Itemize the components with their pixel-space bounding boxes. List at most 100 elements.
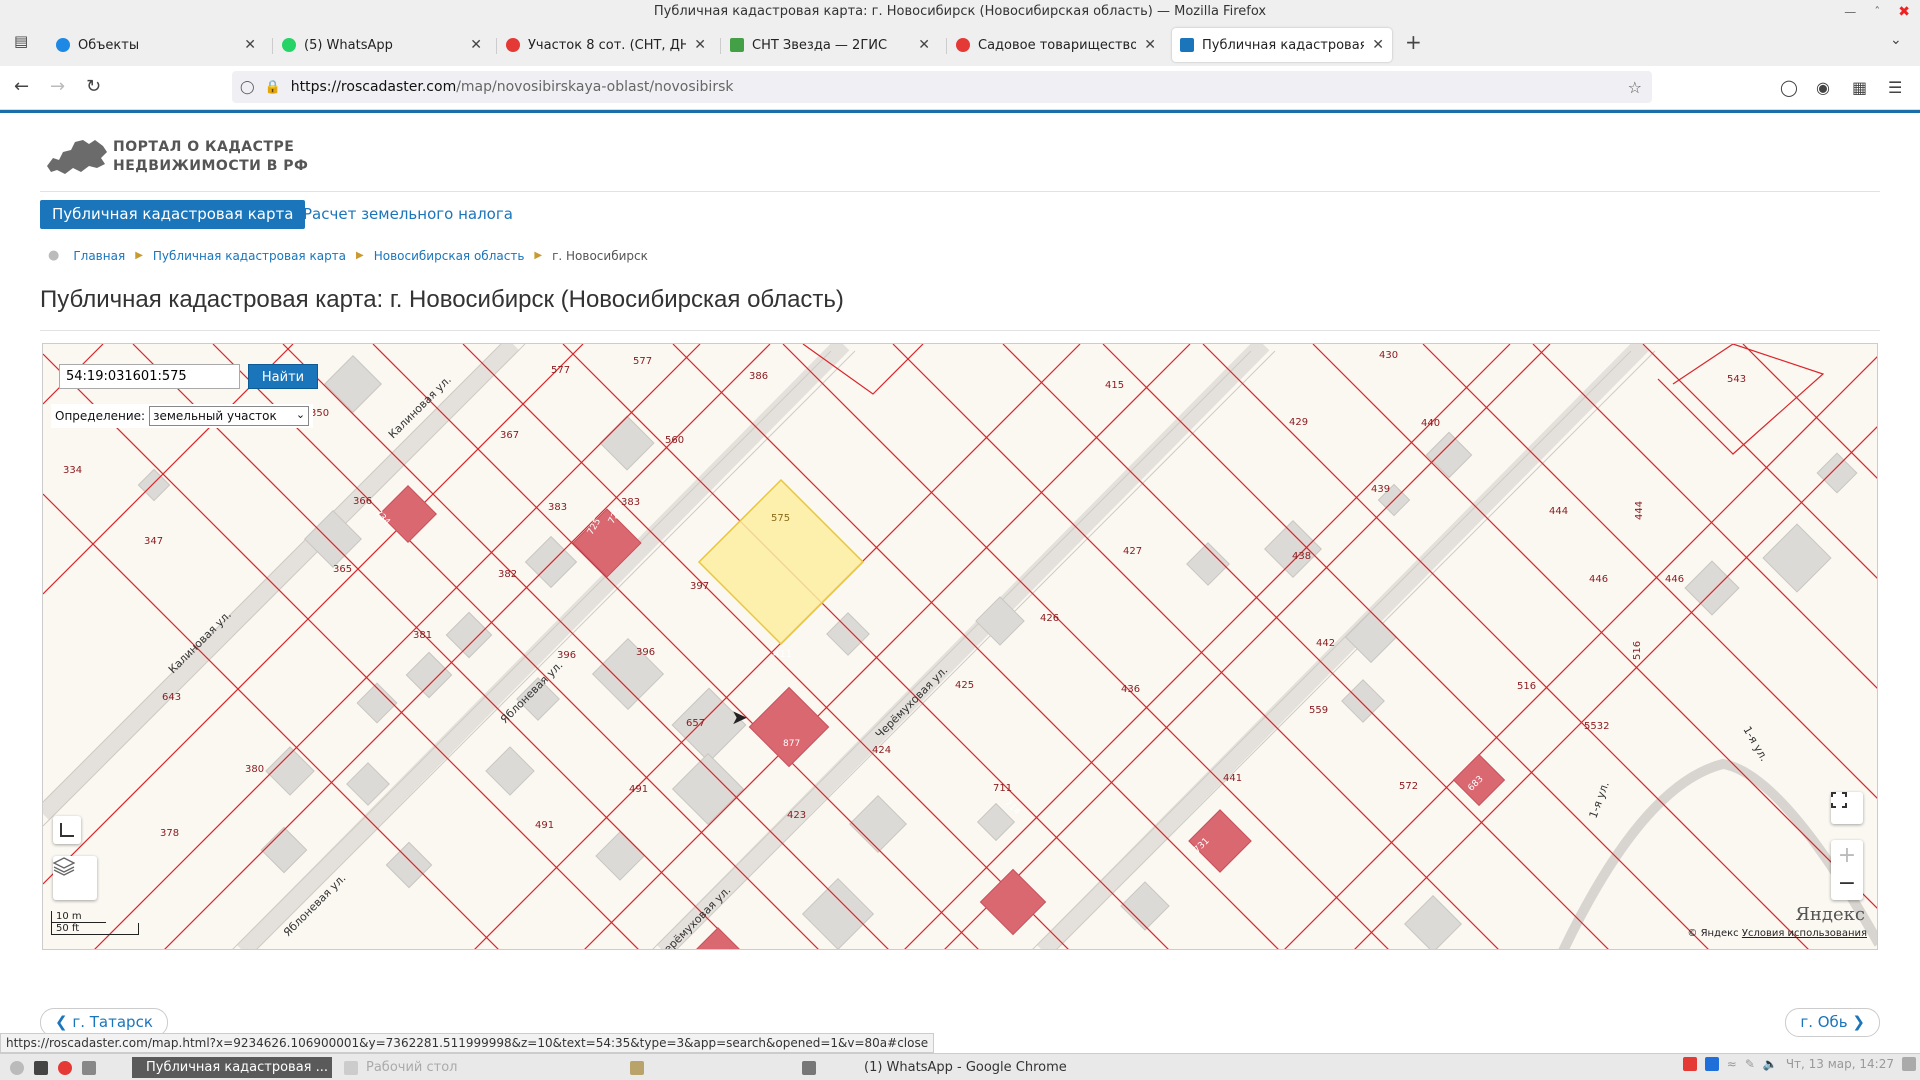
parcel-number: 423	[787, 810, 806, 821]
tab-parcel-ad[interactable]: Участок 8 сот. (СНТ, ДНП) в ✕	[498, 28, 714, 62]
next-city-button[interactable]: г. Обь ❯	[1785, 1008, 1880, 1037]
tab-overflow-icon[interactable]: ⌄	[1890, 32, 1902, 48]
yandex-logo[interactable]: Яндекс	[1795, 904, 1865, 925]
nav-land-tax[interactable]: Расчет земельного налога	[303, 200, 513, 229]
tab-close-icon[interactable]: ✕	[244, 37, 256, 53]
russia-map-logo-icon[interactable]	[45, 136, 109, 176]
breadcrumb-separator-icon: ▶	[356, 250, 364, 261]
shield-icon[interactable]: ◯	[240, 80, 255, 95]
navigation-toolbar: ← → ↻ ◯ 🔒 https://roscadaster.com/map/no…	[0, 66, 1920, 110]
pocket-icon[interactable]: ◯	[1780, 78, 1798, 97]
road-fourth	[1036, 344, 1650, 949]
tab-close-icon[interactable]: ✕	[1372, 37, 1384, 53]
parcel-number: 543	[1727, 374, 1746, 385]
anydesk-icon[interactable]	[1682, 1057, 1697, 1071]
zoom-out-icon[interactable]: −	[1838, 870, 1856, 898]
taskbar-chrome-whatsapp[interactable]: (1) WhatsApp - Google Chrome	[858, 1057, 1098, 1078]
map-copyright: © Яндекс Условия использования	[1687, 928, 1867, 939]
bookmark-star-icon[interactable]: ☆	[1628, 78, 1642, 97]
parcel-number: 516	[1632, 641, 1643, 660]
tab-close-icon[interactable]: ✕	[694, 37, 706, 53]
chevron-left-icon: ❮	[55, 1013, 73, 1031]
parcel-number: 491	[629, 784, 648, 795]
site-logo-text[interactable]: ПОРТАЛ О КАДАСТРЕ НЕДВИЖИМОСТИ В РФ	[113, 138, 308, 176]
tab-objects[interactable]: Объекты ✕	[48, 28, 264, 62]
tab-close-icon[interactable]: ✕	[1144, 37, 1156, 53]
ruler-icon[interactable]	[53, 816, 81, 844]
map-canvas[interactable]: 577 577 386 415 430 543 350 367 560 429 …	[43, 344, 1878, 950]
zoom-in-icon[interactable]: +	[1838, 842, 1856, 870]
reload-icon[interactable]: ↻	[86, 76, 101, 97]
street-label: 1-я ул.	[1740, 724, 1770, 764]
system-tray: ≈ ✎ 🔈 Чт, 13 мар, 14:27	[1682, 1057, 1916, 1071]
layers-icon[interactable]	[53, 856, 97, 900]
parcel-number: 438	[1292, 551, 1311, 562]
find-button[interactable]: Найти	[248, 364, 318, 389]
back-icon[interactable]: ←	[14, 76, 29, 97]
volume-icon[interactable]: 🔈	[1763, 1057, 1778, 1071]
tab-garden-partnership[interactable]: Садовое товарищество Зв ✕	[948, 28, 1164, 62]
logo-line-1: ПОРТАЛ О КАДАСТРЕ	[113, 139, 295, 155]
folder-icon[interactable]	[624, 1057, 658, 1078]
tab-favicon-icon	[56, 38, 70, 52]
account-icon[interactable]: ◉	[1816, 78, 1830, 97]
notifications-icon[interactable]	[1902, 1057, 1916, 1071]
tab-whatsapp[interactable]: (5) WhatsApp ✕	[274, 28, 490, 62]
taskbar-desktop[interactable]: Рабочий стол	[338, 1057, 498, 1078]
extensions-icon[interactable]: ▦	[1852, 78, 1867, 97]
parcel-number: 383	[548, 502, 567, 513]
files-launcher-icon[interactable]	[76, 1057, 110, 1078]
building-number: 411	[773, 649, 792, 660]
parcel-number: 436	[1121, 684, 1140, 695]
pen-icon[interactable]: ✎	[1745, 1057, 1755, 1071]
close-window-icon[interactable]: ✖	[1898, 0, 1910, 24]
tab-favicon-icon	[1180, 38, 1194, 52]
tab-close-icon[interactable]: ✕	[918, 37, 930, 53]
breadcrumb-separator-icon: ▶	[135, 250, 143, 261]
parcel-number: 491	[535, 820, 554, 831]
clock[interactable]: Чт, 13 мар, 14:27	[1786, 1057, 1894, 1071]
forward-icon[interactable]: →	[50, 76, 65, 97]
cadastral-map[interactable]: 577 577 386 415 430 543 350 367 560 429 …	[42, 343, 1878, 950]
address-bar[interactable]: ◯ 🔒 https://roscadaster.com/map/novosibi…	[232, 71, 1652, 103]
definition-select[interactable]: земельный участок ⌄	[149, 406, 310, 426]
status-url: https://roscadaster.com/map.html?x=92346…	[0, 1033, 935, 1053]
breadcrumb: ● Главная ▶ Публичная кадастровая карта …	[48, 248, 648, 263]
teamviewer-icon[interactable]	[1704, 1057, 1719, 1071]
taskbar-firefox[interactable]: Публичная кадастровая ...	[132, 1057, 332, 1078]
divider	[40, 191, 1880, 192]
cadastral-number-input[interactable]	[59, 364, 240, 389]
tab-2gis[interactable]: СНТ Звезда — 2ГИС ✕	[722, 28, 938, 62]
breadcrumb-home[interactable]: Главная	[73, 249, 125, 263]
minimize-icon[interactable]: —	[1844, 0, 1856, 24]
menu-icon[interactable]: ☰	[1888, 78, 1902, 97]
parcel-number: 657	[686, 718, 705, 729]
parcel-number: 516	[1517, 681, 1536, 692]
tab-close-icon[interactable]: ✕	[470, 37, 482, 53]
tab-cadastral-map[interactable]: Публичная кадастровая ка ✕	[1172, 28, 1392, 62]
parcel-number: 415	[1105, 380, 1124, 391]
screenshot-icon[interactable]	[796, 1057, 830, 1078]
restore-icon[interactable]: ˆ	[1874, 0, 1880, 24]
breadcrumb-cadastral-map[interactable]: Публичная кадастровая карта	[153, 249, 346, 263]
tab-list-icon[interactable]: ▤	[14, 32, 28, 50]
tab-label: Объекты	[78, 37, 140, 53]
fullscreen-icon[interactable]	[1831, 792, 1863, 824]
parcel-number: 396	[636, 647, 655, 658]
parcel-number: 382	[498, 569, 517, 580]
lock-icon[interactable]: 🔒	[265, 80, 281, 95]
parcel-number: 559	[1309, 705, 1328, 716]
parcel-number: 380	[245, 764, 264, 775]
taskbar-desktop-label: Рабочий стол	[366, 1060, 458, 1075]
parcel-number: 424	[872, 745, 891, 756]
building-number: 877	[783, 739, 800, 749]
new-tab-icon[interactable]: +	[1405, 30, 1422, 54]
network-icon[interactable]: ≈	[1727, 1057, 1737, 1071]
chevron-right-icon: ❯	[1847, 1013, 1865, 1031]
parcel-number: 560	[665, 435, 684, 446]
buildings	[137, 355, 1858, 949]
breadcrumb-region[interactable]: Новосибирская область	[374, 249, 525, 263]
terms-link[interactable]: Условия использования	[1742, 928, 1867, 939]
nav-cadastral-map[interactable]: Публичная кадастровая карта	[40, 200, 306, 229]
parcel-number: 426	[1040, 613, 1059, 624]
